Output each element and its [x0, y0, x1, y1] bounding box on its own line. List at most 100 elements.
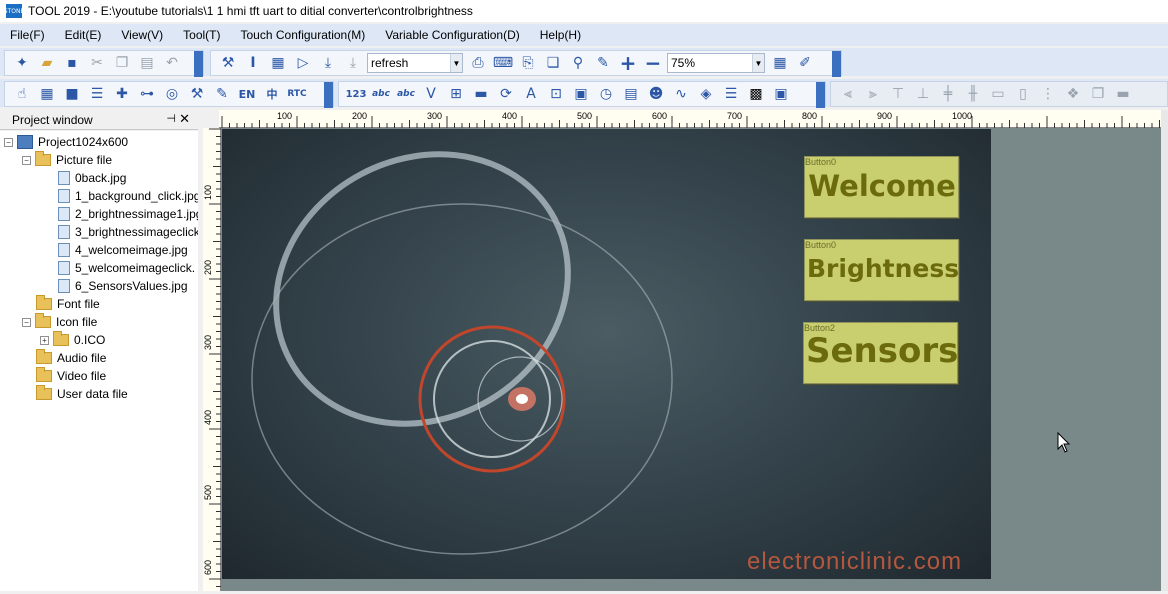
play-icon[interactable]: ▷	[292, 52, 314, 74]
tree-folder-userdata[interactable]: User data file	[36, 385, 128, 403]
tree-file[interactable]: 2_brightnessimage1.jpg	[58, 205, 198, 223]
rtc-button[interactable]: RTC	[286, 83, 308, 105]
clock-icon[interactable]: ◷	[595, 83, 617, 105]
hmi-brightness-button[interactable]: Button0 Brightness	[804, 239, 959, 301]
text-input-button[interactable]: abc	[395, 83, 417, 105]
tree-file[interactable]: 6_SensorsValues.jpg	[58, 277, 188, 295]
lang-zh-button[interactable]: 中	[261, 83, 283, 105]
menu-edit[interactable]: Edit(E)	[55, 24, 112, 46]
same-width-icon[interactable]: ▭	[987, 83, 1009, 105]
video-icon[interactable]: ▣	[770, 83, 792, 105]
zoom-in-icon[interactable]: +	[617, 51, 639, 75]
export-icon[interactable]: ⎘	[517, 52, 539, 74]
rotate-icon[interactable]: ◎	[161, 83, 183, 105]
menu-variable-configuration[interactable]: Variable Configuration(D)	[375, 24, 530, 46]
layer-icon[interactable]: ❐	[1087, 83, 1109, 105]
align-bottom-icon[interactable]: ⊥	[912, 83, 934, 105]
menu-touch-configuration[interactable]: Touch Configuration(M)	[231, 24, 376, 46]
refresh-cycle-icon[interactable]: ⟳	[495, 83, 517, 105]
save-icon[interactable]: ▪	[61, 52, 83, 74]
animation-icon[interactable]: ⊞	[445, 83, 467, 105]
text-display-button[interactable]: abc	[370, 83, 392, 105]
tree-folder-ico[interactable]: + 0.ICO	[40, 331, 105, 349]
toolbar-grip[interactable]	[194, 51, 203, 77]
tree-folder-video[interactable]: Video file	[36, 367, 106, 385]
align-center-h-icon[interactable]: ╫	[962, 83, 984, 105]
qr-code-icon[interactable]: ▩	[745, 83, 767, 105]
collapse-icon[interactable]: −	[22, 317, 31, 327]
pin-icon[interactable]: ⊣	[166, 112, 176, 125]
cube-icon[interactable]: ◈	[695, 83, 717, 105]
tree-file[interactable]: 3_brightnessimageclick	[58, 223, 198, 241]
align-center-v-icon[interactable]: ╪	[937, 83, 959, 105]
hand-pointer-icon[interactable]: ☝	[11, 83, 33, 105]
refresh-select[interactable]: refresh ▼	[367, 53, 463, 73]
rectangle-icon[interactable]: ■	[61, 83, 83, 105]
tools-icon[interactable]: ⚒	[186, 83, 208, 105]
new-project-icon[interactable]: ✦	[11, 52, 33, 74]
paint-settings-icon[interactable]: ✐	[794, 52, 816, 74]
vertical-scrollbar[interactable]	[1161, 110, 1168, 591]
lang-en-button[interactable]: EN	[236, 83, 258, 105]
align-left-icon[interactable]: ⫷	[837, 83, 859, 105]
hmi-welcome-button[interactable]: Button0 Welcome	[804, 156, 959, 218]
paste-icon[interactable]: ▤	[136, 52, 158, 74]
undo-icon[interactable]: ↶	[161, 52, 183, 74]
zoom-select[interactable]: 75% ▼	[667, 53, 765, 73]
menu-tool[interactable]: Tool(T)	[173, 24, 230, 46]
eyedropper-icon[interactable]: ✎	[592, 52, 614, 74]
windows-icon[interactable]: ❏	[542, 52, 564, 74]
magnifier-icon[interactable]: ⚲	[567, 52, 589, 74]
collapse-icon[interactable]: −	[22, 155, 31, 165]
data-icon[interactable]: ⊡	[545, 83, 567, 105]
zoom-out-icon[interactable]: −	[642, 51, 664, 75]
hmi-sensors-button[interactable]: Button2 Sensors	[803, 322, 958, 384]
collapse-icon[interactable]: −	[4, 137, 13, 147]
close-icon[interactable]: ✕	[179, 111, 190, 127]
download-icon[interactable]: ⤓	[317, 52, 339, 74]
menu-help[interactable]: Help(H)	[530, 24, 591, 46]
tree-file[interactable]: 0back.jpg	[58, 169, 126, 187]
digital-clock-icon[interactable]: ▤	[620, 83, 642, 105]
toolbar-grip[interactable]	[324, 82, 333, 108]
tree-file[interactable]: 4_welcomeimage.jpg	[58, 241, 188, 259]
curve-chart-icon[interactable]: ∿	[670, 83, 692, 105]
document-search-icon[interactable]: ⎙	[467, 52, 489, 74]
align-top-icon[interactable]: ⊤	[887, 83, 909, 105]
settings-tools-icon[interactable]: ⚒	[217, 52, 239, 74]
align-right-icon[interactable]: ⫸	[862, 83, 884, 105]
tree-folder-font[interactable]: Font file	[36, 295, 100, 313]
copy-icon[interactable]: ❐	[111, 52, 133, 74]
menu-list-icon[interactable]: ☰	[86, 83, 108, 105]
tree-root[interactable]: − Project1024x600	[4, 133, 128, 151]
list-icon[interactable]: ☰	[720, 83, 742, 105]
expand-icon[interactable]: +	[40, 335, 49, 345]
cut-icon[interactable]: ✂	[86, 52, 108, 74]
tree-folder-icon[interactable]: − Icon file	[22, 313, 97, 331]
text-cursor-icon[interactable]: I	[242, 52, 264, 74]
menu-file[interactable]: File(F)	[0, 24, 55, 46]
variable-icon[interactable]: V	[420, 83, 442, 105]
toolbar-grip[interactable]	[832, 51, 841, 77]
user-icon[interactable]: ☻	[645, 83, 667, 105]
edit-text-icon[interactable]: ✎	[211, 83, 233, 105]
grid-number-icon[interactable]: ▦	[36, 83, 58, 105]
slider-icon[interactable]: ⊶	[136, 83, 158, 105]
same-height-icon[interactable]: ▯	[1012, 83, 1034, 105]
group-icon[interactable]: ❖	[1062, 83, 1084, 105]
tree-folder-audio[interactable]: Audio file	[36, 349, 106, 367]
front-icon[interactable]: ▬	[1112, 83, 1134, 105]
increment-icon[interactable]: ✚	[111, 83, 133, 105]
tree-file[interactable]: 1_background_click.jpg	[58, 187, 198, 205]
menu-view[interactable]: View(V)	[111, 24, 173, 46]
number-display-button[interactable]: 123	[345, 83, 367, 105]
tree-file[interactable]: 5_welcomeimageclick.	[58, 259, 195, 277]
distribute-icon[interactable]: ⋮	[1037, 83, 1059, 105]
image-icon[interactable]: ▣	[570, 83, 592, 105]
upload-icon[interactable]: ⤓	[342, 52, 364, 74]
toolbar-grip[interactable]	[816, 82, 825, 108]
keyboard-icon[interactable]: ⌨	[492, 52, 514, 74]
progress-icon[interactable]: ▬	[470, 83, 492, 105]
font-style-icon[interactable]: A	[520, 83, 542, 105]
tree-folder-picture[interactable]: − Picture file	[22, 151, 112, 169]
